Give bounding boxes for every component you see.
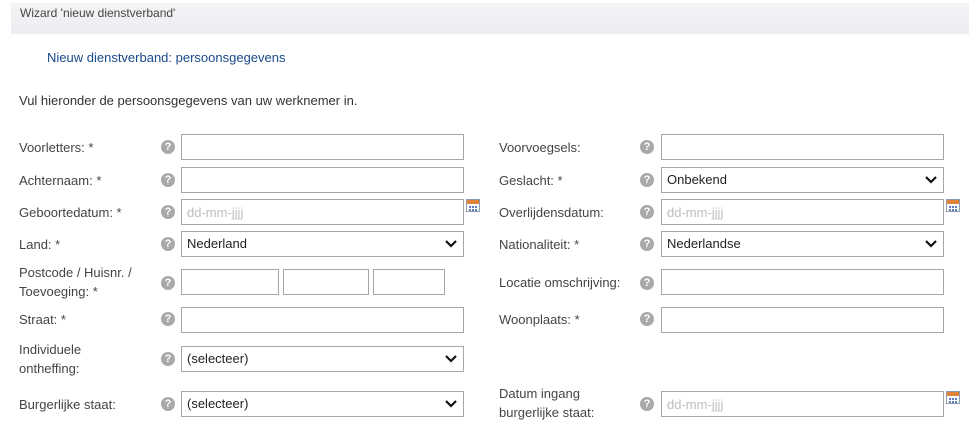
ontheffing-selected-value: (selecteer): [187, 351, 249, 366]
land-help-icon[interactable]: ?: [161, 237, 175, 251]
toevoeging-input[interactable]: [373, 269, 445, 295]
geslacht-help-icon[interactable]: ?: [640, 173, 654, 187]
land-selected-value: Nederland: [187, 236, 247, 251]
wizard-title: Wizard 'nieuw dienstverband': [20, 6, 176, 20]
huisnummer-input[interactable]: [283, 269, 369, 295]
ontheffing-select[interactable]: (selecteer): [181, 346, 464, 372]
chevron-down-icon: [445, 400, 457, 408]
chevron-down-icon: [925, 240, 937, 248]
datum-ingang-input[interactable]: [661, 391, 944, 417]
chevron-down-icon: [445, 355, 457, 363]
voorletters-input[interactable]: [181, 134, 464, 160]
straat-label: Straat: *: [19, 312, 66, 327]
locatie-input[interactable]: [661, 269, 944, 295]
postcode-input[interactable]: [181, 269, 279, 295]
ontheffing-help-icon[interactable]: ?: [161, 352, 175, 366]
voorvoegsels-label: Voorvoegsels:: [499, 140, 581, 155]
voorvoegsels-help-icon[interactable]: ?: [640, 140, 654, 154]
step-title: Nieuw dienstverband: persoonsgegevens: [47, 50, 286, 65]
straat-input[interactable]: [181, 307, 464, 333]
nationaliteit-label: Nationaliteit: *: [499, 237, 580, 252]
overlijdensdatum-label: Overlijdensdatum:: [499, 205, 604, 220]
chevron-down-icon: [925, 176, 937, 184]
voorvoegsels-input[interactable]: [661, 134, 944, 160]
land-label: Land: *: [19, 237, 61, 252]
ontheffing-label: Individuele ontheffing:: [19, 340, 81, 378]
locatie-label: Locatie omschrijving:: [499, 275, 621, 290]
locatie-help-icon[interactable]: ?: [640, 276, 654, 290]
geboortedatum-input[interactable]: [181, 199, 464, 225]
geslacht-selected-value: Onbekend: [667, 172, 727, 187]
geslacht-label: Geslacht: *: [499, 173, 563, 188]
geboortedatum-help-icon[interactable]: ?: [161, 205, 175, 219]
wizard-title-bar: Wizard 'nieuw dienstverband': [11, 3, 969, 34]
postcode-help-icon[interactable]: ?: [161, 276, 175, 290]
geslacht-select[interactable]: Onbekend: [661, 167, 944, 193]
overlijdensdatum-help-icon[interactable]: ?: [640, 205, 654, 219]
ontheffing-label-line1: Individuele: [19, 342, 82, 357]
nationaliteit-selected-value: Nederlandse: [667, 236, 741, 251]
ontheffing-label-line2: ontheffing:: [19, 361, 80, 376]
chevron-down-icon: [445, 240, 457, 248]
intro-text: Vul hieronder de persoonsgegevens van uw…: [19, 93, 358, 108]
datum-ingang-label-line1: Datum ingang: [499, 386, 580, 401]
achternaam-help-icon[interactable]: ?: [161, 173, 175, 187]
burgerlijke-staat-label: Burgerlijke staat:: [19, 397, 116, 412]
achternaam-input[interactable]: [181, 167, 464, 193]
burgerlijke-staat-selected-value: (selecteer): [187, 396, 249, 411]
calendar-icon[interactable]: [946, 391, 960, 404]
geboortedatum-label: Geboortedatum: *: [19, 205, 122, 220]
postcode-label-line1: Postcode / Huisnr. /: [19, 265, 132, 280]
burgerlijke-staat-help-icon[interactable]: ?: [161, 397, 175, 411]
postcode-label: Postcode / Huisnr. / Toevoeging: *: [19, 263, 132, 301]
voorletters-help-icon[interactable]: ?: [161, 140, 175, 154]
postcode-label-line2: Toevoeging: *: [19, 284, 98, 299]
woonplaats-input[interactable]: [661, 307, 944, 333]
datum-ingang-label: Datum ingang burgerlijke staat:: [499, 384, 594, 422]
land-select[interactable]: Nederland: [181, 231, 464, 257]
overlijdensdatum-input[interactable]: [661, 199, 944, 225]
achternaam-label: Achternaam: *: [19, 173, 102, 188]
nationaliteit-select[interactable]: Nederlandse: [661, 231, 944, 257]
datum-ingang-help-icon[interactable]: ?: [640, 397, 654, 411]
datum-ingang-label-line2: burgerlijke staat:: [499, 405, 595, 420]
nationaliteit-help-icon[interactable]: ?: [640, 237, 654, 251]
burgerlijke-staat-select[interactable]: (selecteer): [181, 391, 464, 417]
voorletters-label: Voorletters: *: [19, 140, 94, 155]
calendar-icon[interactable]: [466, 199, 480, 212]
calendar-icon[interactable]: [946, 199, 960, 212]
woonplaats-label: Woonplaats: *: [499, 312, 580, 327]
woonplaats-help-icon[interactable]: ?: [640, 312, 654, 326]
straat-help-icon[interactable]: ?: [161, 312, 175, 326]
